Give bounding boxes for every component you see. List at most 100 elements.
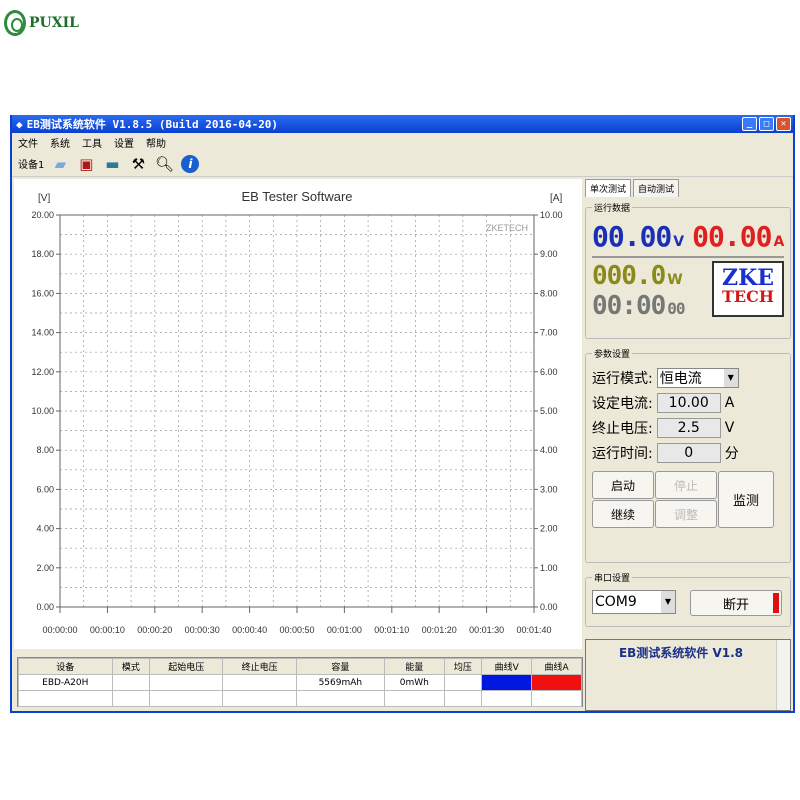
continue-button[interactable]: 继续 (592, 500, 654, 528)
tab-auto-test[interactable]: 自动测试 (633, 179, 680, 197)
y-tick-label: 6.00 (36, 484, 54, 494)
x-tick-label: 00:01:40 (516, 625, 551, 635)
y-tick-label: 2.00 (36, 563, 54, 573)
column-header[interactable]: 曲线V (481, 658, 533, 675)
y2-tick-label: 5.00 (540, 406, 558, 416)
column-header[interactable]: 模式 (111, 658, 151, 675)
power-unit: W (667, 272, 683, 288)
y-tick-label: 12.00 (31, 367, 54, 377)
time-display: 00:00 (592, 291, 666, 321)
info-text: EB测试系统软件 V1.8 (618, 646, 744, 660)
y2-tick-label: 6.00 (540, 367, 558, 377)
chart-area: EB Tester Software [V] [A] ZKETECH 0.00 2.00 4… (14, 179, 582, 649)
table-cell: 5569mAh (295, 674, 385, 691)
run-time-input[interactable]: 0 (656, 443, 721, 463)
x-tick-label: 00:01:00 (327, 625, 362, 635)
info-icon[interactable]: i (180, 154, 200, 174)
connection-indicator (773, 593, 779, 613)
serial-group: 串口设置 COM9 ▼ 断开 (585, 571, 791, 627)
table-cell (443, 690, 483, 707)
save-icon[interactable]: ▣ (76, 154, 96, 174)
y-tick-label: 14.00 (31, 328, 54, 338)
params-label: 参数设置 (592, 347, 633, 360)
table-cell (295, 690, 385, 707)
serial-label: 串口设置 (592, 571, 633, 584)
y-tick-label: 8.00 (36, 445, 54, 455)
stop-button[interactable]: 停止 (655, 471, 717, 499)
y2-tick-label: 1.00 (540, 563, 558, 573)
toolbar: 设备1 ▰ ▣ ▬ ⚒ 🔍︎ i (12, 151, 793, 177)
column-header[interactable]: 容量 (295, 658, 385, 675)
chevron-down-icon[interactable]: ▼ (723, 369, 738, 387)
minimize-button[interactable]: _ (742, 117, 757, 131)
table-cell (222, 674, 297, 691)
port-select[interactable]: COM9 ▼ (592, 590, 676, 614)
table-cell (18, 690, 113, 707)
table-cell (111, 690, 151, 707)
current-display: 00.00 (692, 220, 772, 253)
table-cell (443, 674, 483, 691)
table-cell (531, 674, 582, 691)
mode-select[interactable]: 恒电流 ▼ (656, 368, 739, 388)
menu-file[interactable]: 文件 (18, 135, 38, 150)
set-current-input[interactable]: 10.00 (656, 393, 721, 413)
y2-tick-label: 10.00 (540, 210, 563, 220)
brand-logo: PUXIL (4, 10, 79, 36)
end-voltage-input[interactable]: 2.5 (656, 418, 721, 438)
device-label[interactable]: 设备1 (18, 156, 44, 171)
menu-settings[interactable]: 设置 (114, 135, 134, 150)
y-tick-label: 16.00 (31, 288, 54, 298)
adjust-button[interactable]: 调整 (655, 500, 717, 528)
column-header[interactable]: 设备 (18, 658, 113, 675)
params-group: 参数设置 运行模式: 恒电流 ▼ 设定电流: 10.00 A 终止电压: 2.5 V 运行… (585, 347, 791, 563)
disconnect-button[interactable]: 断开 (690, 590, 782, 616)
x-tick-label: 00:00:20 (137, 625, 172, 635)
column-header[interactable]: 曲线A (531, 658, 582, 675)
x-tick-label: 00:01:20 (422, 625, 457, 635)
title-bar: ◆ EB测试系统软件 V1.8.5 (Build 2016-04-20) _ □ ✕ (12, 115, 793, 133)
y-tick-label: 0.00 (36, 602, 54, 612)
column-header[interactable]: 终止电压 (222, 658, 297, 675)
y2-tick-label: 0.00 (540, 602, 558, 612)
tab-single-test[interactable]: 单次测试 (585, 179, 632, 197)
set-current-unit: A (724, 395, 735, 411)
menu-bar: 文件 系统 工具 设置 帮助 (12, 133, 793, 151)
table-cell: EBD-A20H (18, 674, 113, 691)
close-button[interactable]: ✕ (776, 117, 791, 131)
menu-help[interactable]: 帮助 (146, 135, 166, 150)
voltage-unit: V (673, 234, 685, 250)
window-title: EB测试系统软件 V1.8.5 (Build 2016-04-20) (26, 118, 279, 131)
time-seconds: 00 (667, 299, 685, 318)
column-header[interactable]: 均压 (443, 658, 483, 675)
run-time-label: 运行时间: (592, 446, 653, 462)
table-cell (111, 674, 151, 691)
tools-icon[interactable]: ⚒ (128, 154, 148, 174)
maximize-button[interactable]: □ (759, 117, 774, 131)
table-row[interactable]: EBD-A20H 5569mAh 0mWh (18, 674, 582, 691)
chevron-down-icon[interactable]: ▼ (661, 591, 675, 613)
watermark: ZKETECH (486, 223, 528, 233)
table-cell (383, 690, 445, 707)
zke-logo: ZKE TECH (712, 261, 784, 317)
search-icon[interactable]: 🔍︎ (154, 154, 174, 174)
y-axis-label: [V] (38, 193, 50, 204)
menu-tools[interactable]: 工具 (82, 135, 102, 150)
end-voltage-label: 终止电压: (592, 421, 653, 437)
table-cell: 0mWh (383, 674, 445, 691)
folder-icon[interactable]: ▰ (50, 154, 70, 174)
monitor-button[interactable]: 监测 (718, 471, 774, 528)
y2-tick-label: 2.00 (540, 524, 558, 534)
port-value: COM9 (595, 594, 637, 610)
menu-system[interactable]: 系统 (50, 135, 70, 150)
column-header[interactable]: 起始电压 (149, 658, 224, 675)
info-scrollbar[interactable] (776, 640, 790, 710)
info-box: EB测试系统软件 V1.8 (585, 639, 791, 711)
y-tick-label: 4.00 (36, 524, 54, 534)
y2-tick-label: 3.00 (540, 484, 558, 494)
start-button[interactable]: 启动 (592, 471, 654, 499)
x-tick-label: 00:00:10 (90, 625, 125, 635)
column-header[interactable]: 能量 (383, 658, 445, 675)
mode-value: 恒电流 (659, 371, 702, 387)
image-icon[interactable]: ▬ (102, 154, 122, 174)
y2-tick-label: 7.00 (540, 328, 558, 338)
